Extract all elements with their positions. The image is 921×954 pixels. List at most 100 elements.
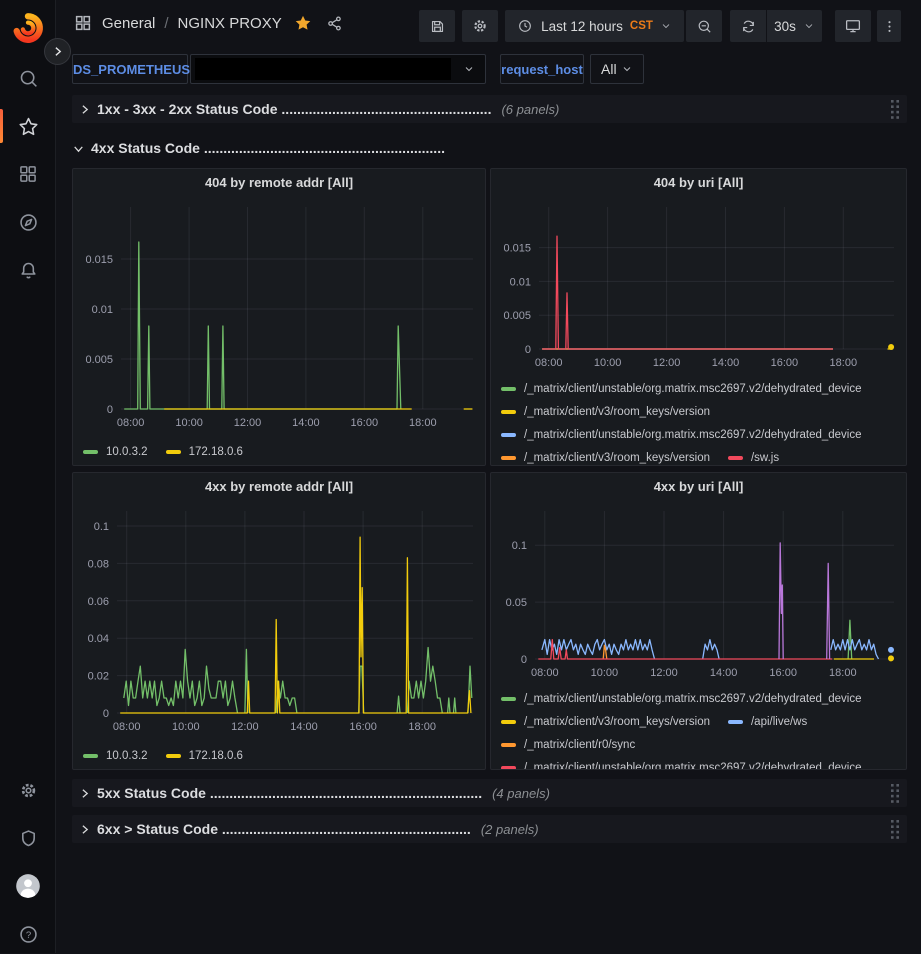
dashboards-icon[interactable] xyxy=(8,154,48,194)
alerting-bell-icon[interactable] xyxy=(8,250,48,290)
legend-label: 10.0.3.2 xyxy=(106,750,148,762)
svg-text:18:00: 18:00 xyxy=(408,721,436,733)
svg-text:0.01: 0.01 xyxy=(92,304,113,316)
legend-item[interactable]: 10.0.3.2 xyxy=(83,744,148,767)
row-header-5xx[interactable]: 5xx Status Code ........................… xyxy=(72,779,907,807)
refresh-interval-label: 30s xyxy=(774,19,796,34)
panel-legend: 10.0.3.2 172.18.0.6 xyxy=(73,744,485,770)
row-header-1xx-3xx-2xx[interactable]: 1xx - 3xx - 2xx Status Code ............… xyxy=(72,95,907,123)
legend-swatch xyxy=(501,433,516,437)
panel-4xx-by-uri: 4xx by uri [All] 00.050.108:0010:0012:00… xyxy=(490,472,907,770)
panel-title[interactable]: 4xx by uri [All] xyxy=(491,473,906,501)
legend-item[interactable]: 172.18.0.6 xyxy=(166,440,243,463)
row-drag-handle[interactable] xyxy=(890,819,901,844)
svg-text:0.06: 0.06 xyxy=(88,596,109,608)
legend-label: /_matrix/client/v3/room_keys/version xyxy=(524,452,710,464)
grafana-logo[interactable] xyxy=(8,8,48,48)
time-series-plot[interactable]: 00.0050.010.01508:0010:0012:0014:0016:00… xyxy=(491,197,906,375)
legend-item[interactable]: /_matrix/client/r0/sync xyxy=(501,733,635,756)
legend-item[interactable]: 10.0.3.2 xyxy=(83,440,148,463)
time-series-plot[interactable]: 00.020.040.060.080.108:0010:0012:0014:00… xyxy=(73,501,485,739)
legend-item[interactable]: /api/live/ws xyxy=(728,710,807,733)
svg-text:10:00: 10:00 xyxy=(594,357,622,369)
legend-item[interactable]: /_matrix/client/unstable/org.matrix.msc2… xyxy=(501,423,862,446)
legend-label: /sw.js xyxy=(751,452,779,464)
row-header-6xx[interactable]: 6xx > Status Code ......................… xyxy=(72,815,907,843)
svg-text:16:00: 16:00 xyxy=(769,667,797,679)
time-range-picker[interactable]: Last 12 hours CST xyxy=(505,10,684,42)
legend-item[interactable]: /_matrix/client/v3/room_keys/version xyxy=(501,400,710,423)
legend-item[interactable]: /sw.js xyxy=(728,446,779,465)
favorite-star-icon[interactable] xyxy=(294,14,312,32)
variable-dropdown-ds-prometheus[interactable] xyxy=(190,54,486,84)
svg-text:0.05: 0.05 xyxy=(506,597,527,609)
time-series-plot[interactable]: 00.050.108:0010:0012:0014:0016:0018:00 xyxy=(491,501,906,685)
breadcrumb-folder[interactable]: General xyxy=(102,15,155,32)
chevron-down-icon xyxy=(621,63,633,75)
legend-item[interactable]: 172.18.0.6 xyxy=(166,744,243,767)
legend-item[interactable]: /_matrix/client/unstable/org.matrix.msc2… xyxy=(501,687,862,710)
row-drag-handle[interactable] xyxy=(890,783,901,808)
legend-swatch xyxy=(83,754,98,758)
starred-icon[interactable] xyxy=(8,106,48,146)
legend-label: /_matrix/client/unstable/org.matrix.msc2… xyxy=(524,383,862,395)
legend-swatch xyxy=(501,456,516,460)
refresh-interval-picker[interactable]: 30s xyxy=(767,10,822,42)
legend-label: /_matrix/client/r0/sync xyxy=(524,739,635,751)
legend-item[interactable]: /_matrix/client/v3/room_keys/version xyxy=(501,446,710,465)
svg-text:14:00: 14:00 xyxy=(292,417,320,429)
time-series-plot[interactable]: 00.0050.010.01508:0010:0012:0014:0016:00… xyxy=(73,197,485,435)
time-range-label: Last 12 hours xyxy=(541,19,623,34)
configuration-gear-icon[interactable] xyxy=(8,770,48,810)
tv-mode-button[interactable] xyxy=(835,10,871,42)
refresh-button[interactable] xyxy=(730,10,766,42)
panel-title[interactable]: 404 by uri [All] xyxy=(491,169,906,197)
legend-swatch xyxy=(501,766,516,770)
help-icon[interactable]: ? xyxy=(8,914,48,954)
sidebar: ? xyxy=(0,0,56,953)
svg-text:0.02: 0.02 xyxy=(88,671,109,683)
user-avatar[interactable] xyxy=(8,866,48,906)
legend-item[interactable]: /_matrix/client/unstable/org.matrix.msc2… xyxy=(501,377,862,400)
chevron-right-icon xyxy=(78,823,91,836)
time-series-chart[interactable]: 00.020.040.060.080.108:0010:0012:0014:00… xyxy=(73,501,485,744)
row-drag-handle[interactable] xyxy=(890,99,901,124)
svg-text:0.01: 0.01 xyxy=(510,276,531,288)
explore-compass-icon[interactable] xyxy=(8,202,48,242)
chevron-down-icon xyxy=(660,20,672,32)
more-options-kebab-button[interactable] xyxy=(877,10,901,42)
legend-swatch xyxy=(501,720,516,724)
svg-text:14:00: 14:00 xyxy=(290,721,318,733)
legend-label: /_matrix/client/unstable/org.matrix.msc2… xyxy=(524,693,862,705)
panel-legend: 10.0.3.2 172.18.0.6 xyxy=(73,440,485,466)
expand-menu-button[interactable] xyxy=(44,38,71,65)
legend-swatch xyxy=(166,754,181,758)
server-admin-shield-icon[interactable] xyxy=(8,818,48,858)
legend-swatch xyxy=(501,743,516,747)
share-icon[interactable] xyxy=(326,15,343,32)
svg-text:0.005: 0.005 xyxy=(503,310,531,322)
dashboard-settings-button[interactable] xyxy=(462,10,498,42)
panel-title[interactable]: 404 by remote addr [All] xyxy=(73,169,485,197)
legend-label: /_matrix/client/v3/room_keys/version xyxy=(524,406,710,418)
legend-item[interactable]: /_matrix/client/v3/room_keys/version xyxy=(501,710,710,733)
legend-item[interactable]: /_matrix/client/unstable/org.matrix.msc2… xyxy=(501,756,862,769)
legend-label: 10.0.3.2 xyxy=(106,446,148,458)
row-header-4xx[interactable]: 4xx Status Code ........................… xyxy=(72,134,907,162)
time-series-chart[interactable]: 00.0050.010.01508:0010:0012:0014:0016:00… xyxy=(491,197,906,375)
variable-dropdown-request-host[interactable]: All xyxy=(590,54,644,84)
panel-404-by-remote-addr: 404 by remote addr [All] 00.0050.010.015… xyxy=(72,168,486,466)
zoom-out-time-button[interactable] xyxy=(686,10,722,42)
svg-text:18:00: 18:00 xyxy=(829,667,857,679)
variables-bar: DS_PROMETHEUS request_host All xyxy=(56,54,921,86)
panel-title[interactable]: 4xx by remote addr [All] xyxy=(73,473,485,501)
save-dashboard-button[interactable] xyxy=(419,10,455,42)
search-icon[interactable] xyxy=(8,58,48,98)
time-series-chart[interactable]: 00.050.108:0010:0012:0014:0016:0018:00 xyxy=(491,501,906,685)
svg-text:08:00: 08:00 xyxy=(535,357,563,369)
legend-label: 172.18.0.6 xyxy=(189,446,243,458)
svg-text:10:00: 10:00 xyxy=(172,721,200,733)
time-series-chart[interactable]: 00.0050.010.01508:0010:0012:0014:0016:00… xyxy=(73,197,485,440)
redacted-value xyxy=(195,58,451,80)
breadcrumb-dashboard-title[interactable]: NGINX PROXY xyxy=(178,15,282,32)
